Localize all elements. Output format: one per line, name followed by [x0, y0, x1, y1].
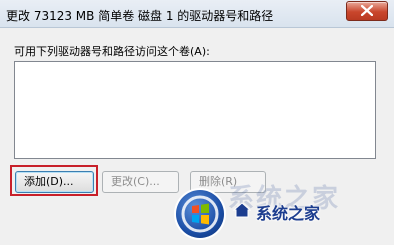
title-bar: 更改 73123 MB 简单卷 磁盘 1 的驱动器号和路径	[0, 0, 394, 28]
home-icon	[232, 202, 252, 218]
watermark-text: 系统之家	[256, 204, 321, 223]
access-paths-list[interactable]	[14, 61, 376, 159]
close-icon	[361, 5, 373, 16]
paths-label: 可用下列驱动器号和路径访问这个卷(A):	[14, 45, 210, 58]
add-button[interactable]: 添加(D)...	[15, 171, 94, 193]
change-button[interactable]: 更改(C)...	[102, 171, 179, 193]
windows-logo-icon	[176, 190, 224, 238]
close-button[interactable]	[346, 1, 388, 21]
window-title: 更改 73123 MB 简单卷 磁盘 1 的驱动器号和路径	[6, 9, 274, 23]
